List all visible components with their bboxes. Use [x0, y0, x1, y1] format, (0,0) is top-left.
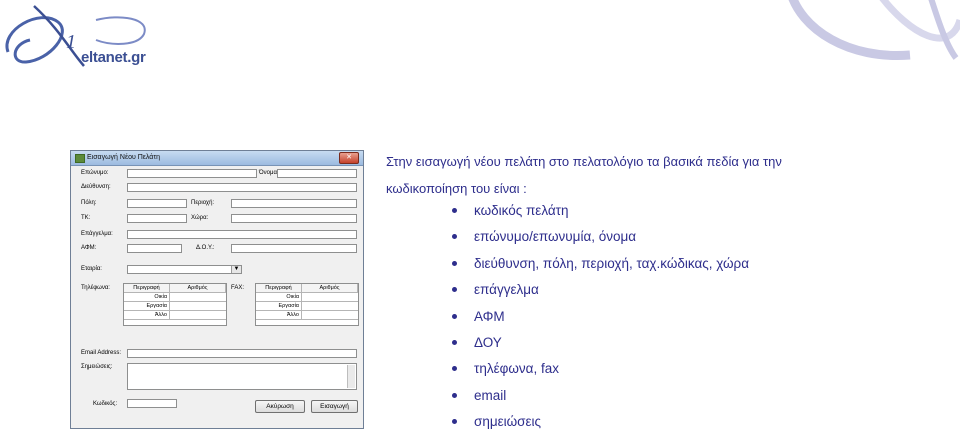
column-header-description: Περιγραφή — [124, 284, 170, 292]
area-input[interactable] — [231, 199, 357, 208]
profession-input[interactable] — [127, 230, 357, 239]
list-item-text: επάγγελμα — [474, 282, 539, 298]
area-label: Περιοχή: — [191, 200, 215, 206]
list-item-text: σημειώσεις — [474, 414, 542, 430]
list-item-text: ΑΦΜ — [474, 308, 505, 324]
logo-swirl-icon: 1 — [5, 5, 146, 67]
table-row[interactable]: Εργασία — [256, 302, 358, 311]
bullet-icon — [452, 392, 457, 398]
chevron-down-icon[interactable]: ▼ — [231, 266, 241, 273]
list-item-text: διεύθυνση, πόλη, περιοχή, ταχ.κώδικας, χ… — [474, 255, 750, 271]
corner-swirl-decoration — [788, 0, 960, 61]
logo-text: eltanet.gr — [81, 49, 146, 66]
notes-label: Σημειώσεις: — [81, 364, 113, 370]
dialog-titlebar: Εισαγωγή Νέου Πελάτη ✕ — [71, 151, 363, 166]
list-item-text: τηλέφωνα, fax — [474, 361, 559, 377]
city-input[interactable] — [127, 199, 187, 208]
company-select[interactable]: ▼ — [127, 265, 242, 274]
surname-input[interactable] — [127, 169, 257, 178]
table-row[interactable]: Οικία — [256, 293, 358, 302]
name-label: Όνομα: — [259, 170, 279, 176]
table-header-row: Περιγραφή Αριθμός — [256, 284, 358, 293]
column-header-number: Αριθμός — [170, 284, 226, 292]
list-item: κωδικός πελάτη — [452, 201, 749, 227]
table-row[interactable]: Άλλο — [256, 311, 358, 320]
list-item: τηλέφωνα, fax — [452, 359, 749, 385]
list-item: σημειώσεις — [452, 412, 749, 438]
code-label: Κωδικός: — [93, 401, 118, 407]
list-item: ΑΦΜ — [452, 307, 749, 333]
list-item-text: κωδικός πελάτη — [474, 203, 569, 218]
address-input[interactable] — [127, 183, 357, 192]
table-row[interactable]: Εργασία — [124, 302, 226, 311]
bullet-icon — [452, 234, 457, 240]
doy-label: Δ.Ο.Υ.: — [196, 245, 215, 251]
table-header-row: Περιγραφή Αριθμός — [124, 284, 226, 293]
afm-label: ΑΦΜ: — [81, 245, 97, 251]
bullet-icon — [452, 366, 457, 372]
list-item-text: επώνυμο/επωνυμία, όνομα — [474, 229, 637, 245]
code-input[interactable] — [127, 399, 177, 408]
fax-table[interactable]: Περιγραφή Αριθμός Οικία Εργασία Άλλο — [255, 283, 359, 326]
company-label: Εταιρία: — [81, 266, 102, 272]
profession-label: Επάγγελμα: — [81, 231, 113, 237]
close-icon[interactable]: ✕ — [339, 152, 359, 164]
table-row[interactable]: Άλλο — [124, 311, 226, 320]
row-label: Εργασία — [256, 302, 302, 310]
column-header-description: Περιγραφή — [256, 284, 302, 292]
app-icon — [75, 154, 85, 163]
phones-label: Τηλέφωνα: — [81, 285, 110, 291]
bullet-icon — [452, 260, 457, 266]
tk-label: ΤΚ: — [81, 215, 91, 221]
list-item: ΔΟΥ — [452, 333, 749, 359]
column-header-number: Αριθμός — [302, 284, 358, 292]
row-label: Οικία — [124, 293, 170, 301]
phones-table[interactable]: Περιγραφή Αριθμός Οικία Εργασία Άλλο — [123, 283, 227, 326]
row-label: Εργασία — [124, 302, 170, 310]
list-item: διεύθυνση, πόλη, περιοχή, ταχ.κώδικας, χ… — [452, 254, 749, 280]
name-input[interactable] — [277, 169, 357, 178]
country-label: Χώρα: — [191, 215, 209, 221]
afm-input[interactable] — [127, 244, 182, 253]
new-customer-dialog: Εισαγωγή Νέου Πελάτη ✕ Επώνυμο: Όνομα: Δ… — [70, 150, 364, 429]
notes-textarea[interactable] — [127, 363, 357, 390]
email-input[interactable] — [127, 349, 357, 358]
city-label: Πόλη: — [81, 200, 97, 206]
eltanet-logo: 1 eltanet.gr — [0, 0, 160, 80]
list-item: επώνυμο/επωνυμία, όνομα — [452, 227, 749, 253]
svg-text:1: 1 — [66, 31, 76, 53]
table-row[interactable]: Οικία — [124, 293, 226, 302]
row-label: Οικία — [256, 293, 302, 301]
doy-input[interactable] — [231, 244, 357, 253]
address-label: Διεύθυνση: — [81, 184, 111, 190]
row-label: Άλλο — [256, 311, 302, 319]
list-item: email — [452, 386, 749, 412]
scrollbar[interactable] — [347, 365, 355, 388]
fax-label: FAX: — [231, 285, 245, 291]
bullet-icon — [452, 313, 457, 319]
list-item-text: ΔΟΥ — [474, 334, 502, 350]
tk-input[interactable] — [127, 214, 187, 223]
row-label: Άλλο — [124, 311, 170, 319]
bullet-icon — [452, 208, 457, 213]
bullet-icon — [452, 339, 457, 345]
bullet-icon — [452, 419, 457, 425]
field-list: κωδικός πελάτη επώνυμο/επωνυμία, όνομα δ… — [452, 201, 749, 439]
surname-label: Επώνυμο: — [81, 170, 109, 176]
list-item-text: email — [474, 387, 507, 403]
country-input[interactable] — [231, 214, 357, 223]
cancel-button[interactable]: Ακύρωση — [255, 400, 305, 413]
dialog-title: Εισαγωγή Νέου Πελάτη — [87, 154, 161, 161]
email-label: Email Address: — [81, 350, 122, 356]
list-item: επάγγελμα — [452, 280, 749, 306]
insert-button[interactable]: Εισαγωγή — [311, 400, 358, 413]
intro-text: Στην εισαγωγή νέου πελάτη στο πελατολόγι… — [386, 154, 782, 196]
bullet-icon — [452, 287, 457, 293]
